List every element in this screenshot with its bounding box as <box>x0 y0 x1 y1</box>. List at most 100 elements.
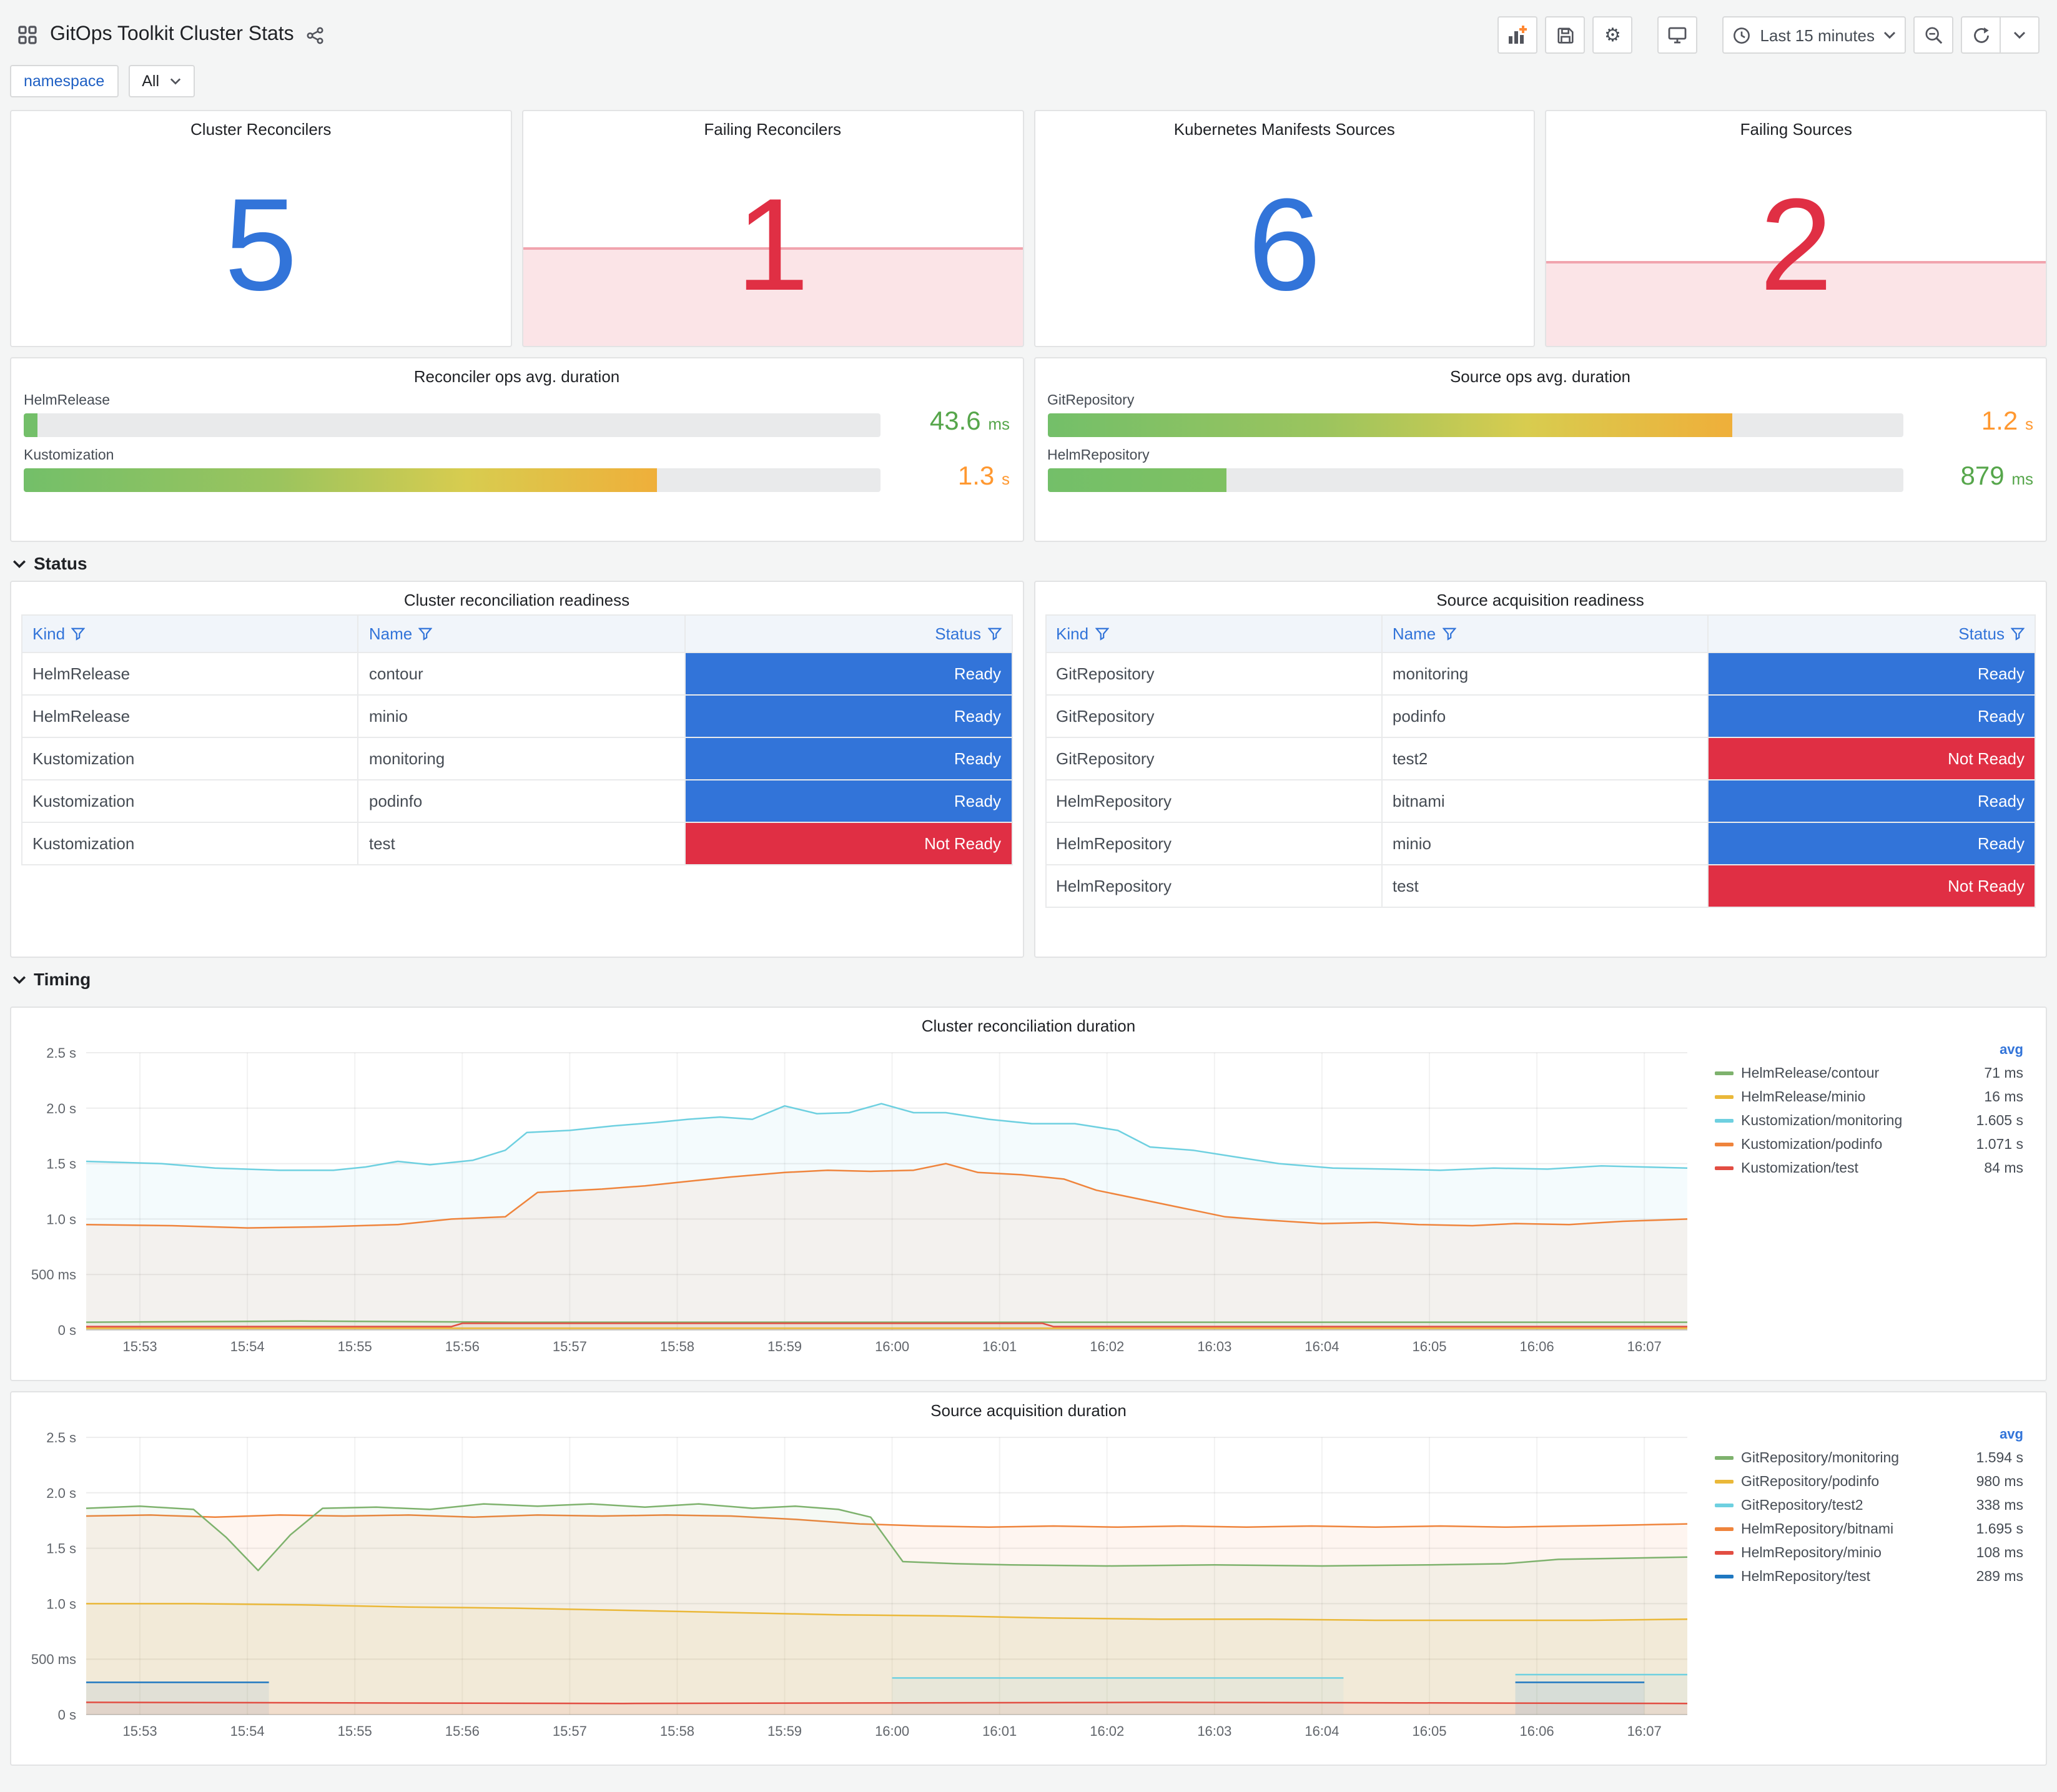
legend-item[interactable]: HelmRepository/bitnami 1.695 s <box>1712 1517 2026 1541</box>
chevron-down-icon <box>1883 31 1896 39</box>
series-name: Kustomization/test <box>1741 1161 1858 1176</box>
svg-text:16:06: 16:06 <box>1520 1339 1554 1354</box>
section-status-toggle[interactable]: Status <box>10 542 2047 581</box>
stat-value: 5 <box>224 172 298 318</box>
share-icon[interactable] <box>307 26 325 44</box>
panel-title: Cluster reconciliation duration <box>921 1017 1136 1035</box>
table-row: HelmRepository minio Ready <box>1044 822 2036 865</box>
status-badge: Ready <box>684 652 1012 696</box>
refresh-interval-button[interactable] <box>2000 16 2040 54</box>
gear-icon: ⚙ <box>1604 24 1621 46</box>
chevron-down-icon <box>2013 31 2026 39</box>
table-row: HelmRepository bitnami Ready <box>1044 779 2036 823</box>
column-header-status[interactable]: Status <box>1707 614 2036 653</box>
status-badge: Not Ready <box>1707 864 2036 908</box>
refresh-button[interactable] <box>1961 16 2001 54</box>
apps-grid-icon[interactable] <box>17 25 37 45</box>
legend-item[interactable]: GitRepository/test2 338 ms <box>1712 1494 2026 1517</box>
series-avg-value: 1.605 s <box>1976 1113 2023 1128</box>
panel-title: Kubernetes Manifests Sources <box>1173 120 1395 139</box>
cell-name: monitoring <box>1381 652 1709 696</box>
legend-avg-header: avg <box>2000 1427 2023 1442</box>
gauge-bar <box>24 413 37 437</box>
series-color-dash <box>1715 1119 1734 1123</box>
svg-text:15:55: 15:55 <box>338 1339 372 1354</box>
cell-name: test <box>357 822 686 865</box>
gauge-track <box>24 468 880 492</box>
svg-text:1.0 s: 1.0 s <box>46 1596 76 1612</box>
variable-value-dropdown[interactable]: All <box>128 65 195 97</box>
gauge-label: Kustomization <box>24 448 114 463</box>
stat-value: 2 <box>1759 172 1833 318</box>
legend-item[interactable]: GitRepository/monitoring 1.594 s <box>1712 1446 2026 1470</box>
template-variables-row: namespace All <box>10 65 2047 97</box>
cell-kind: HelmRepository <box>1044 822 1383 865</box>
series-avg-value: 84 ms <box>1984 1161 2023 1176</box>
filter-icon <box>418 628 433 641</box>
gauge-value: 1.2 s <box>1981 407 2033 436</box>
column-header-kind[interactable]: Kind <box>21 614 359 653</box>
svg-text:500 ms: 500 ms <box>31 1267 76 1282</box>
legend-item[interactable]: Kustomization/podinfo 1.071 s <box>1712 1133 2026 1156</box>
panel-source-ops-avg-duration: Source ops avg. duration GitRepository 1… <box>1033 357 2047 542</box>
svg-text:500 ms: 500 ms <box>31 1652 76 1667</box>
legend-item[interactable]: GitRepository/podinfo 980 ms <box>1712 1470 2026 1494</box>
column-header-status[interactable]: Status <box>684 614 1012 653</box>
zoom-out-button[interactable] <box>1913 16 1953 54</box>
svg-text:2.5 s: 2.5 s <box>46 1045 76 1061</box>
section-timing-toggle[interactable]: Timing <box>10 958 2047 997</box>
svg-text:0 s: 0 s <box>58 1322 76 1338</box>
save-button[interactable] <box>1545 16 1586 54</box>
table-row: GitRepository podinfo Ready <box>1044 694 2036 738</box>
series-avg-value: 71 ms <box>1984 1066 2023 1081</box>
panel-title: Cluster Reconcilers <box>190 120 332 139</box>
column-header-name[interactable]: Name <box>1381 614 1709 653</box>
gauge-row: GitRepository 1.2 s <box>1047 393 2033 437</box>
series-name: Kustomization/podinfo <box>1741 1137 1883 1152</box>
time-series-plot[interactable]: 15:53 15:54 15:55 15:56 15:57 15:58 15:59 16:00… <box>21 1040 1707 1365</box>
legend-item[interactable]: Kustomization/test 84 ms <box>1712 1156 2026 1180</box>
column-header-kind[interactable]: Kind <box>1044 614 1383 653</box>
settings-button[interactable]: ⚙ <box>1592 16 1633 54</box>
svg-text:2.0 s: 2.0 s <box>46 1101 76 1116</box>
series-name: Kustomization/monitoring <box>1741 1113 1903 1128</box>
add-panel-button[interactable] <box>1497 16 1538 54</box>
svg-text:16:02: 16:02 <box>1090 1723 1124 1739</box>
series-color-dash <box>1715 1143 1734 1146</box>
time-series-plot[interactable]: 15:53 15:54 15:55 15:56 15:57 15:58 15:59 16:00… <box>21 1425 1707 1750</box>
svg-text:15:57: 15:57 <box>553 1339 587 1354</box>
table-row: Kustomization test Not Ready <box>21 822 1012 865</box>
cell-name: test2 <box>1381 737 1709 780</box>
svg-text:1.0 s: 1.0 s <box>46 1211 76 1227</box>
status-badge: Ready <box>1707 779 2036 823</box>
cycle-view-button[interactable] <box>1657 16 1698 54</box>
cell-name: bitnami <box>1381 779 1709 823</box>
series-name: HelmRepository/bitnami <box>1741 1522 1894 1537</box>
legend-item[interactable]: HelmRepository/test 289 ms <box>1712 1565 2026 1588</box>
panel-failing-sources: Failing Sources 2 <box>1545 110 2047 347</box>
legend-item[interactable]: HelmRelease/contour 71 ms <box>1712 1061 2026 1085</box>
gauge-value: 879 ms <box>1960 462 2033 491</box>
legend-item[interactable]: HelmRepository/minio 108 ms <box>1712 1541 2026 1565</box>
column-header-name[interactable]: Name <box>357 614 686 653</box>
series-avg-value: 289 ms <box>1976 1569 2023 1584</box>
panel-cluster-reconciliation-duration: Cluster reconciliation duration 15:53 15:… <box>10 1007 2047 1381</box>
gauge-bar <box>1047 413 1732 437</box>
svg-text:15:56: 15:56 <box>445 1723 480 1739</box>
series-avg-value: 108 ms <box>1976 1545 2023 1560</box>
panel-title: Cluster reconciliation readiness <box>403 591 630 609</box>
filter-icon <box>1095 628 1109 641</box>
gauge-value: 43.6 ms <box>929 407 1010 436</box>
svg-text:2.5 s: 2.5 s <box>46 1430 76 1445</box>
legend-item[interactable]: HelmRelease/minio 16 ms <box>1712 1085 2026 1109</box>
cell-kind: GitRepository <box>1044 694 1383 738</box>
panel-title: Source acquisition readiness <box>1436 591 1644 609</box>
svg-text:15:54: 15:54 <box>230 1339 265 1354</box>
refresh-icon <box>1971 26 1990 44</box>
time-range-button[interactable]: Last 15 minutes <box>1722 16 1906 54</box>
table-row: Kustomization monitoring Ready <box>21 737 1012 780</box>
series-avg-value: 1.594 s <box>1976 1450 2023 1465</box>
table-row: HelmRepository test Not Ready <box>1044 864 2036 908</box>
gauge-rows: HelmRelease 43.6 ms Kustomization 1.3 s <box>11 391 1022 492</box>
legend-item[interactable]: Kustomization/monitoring 1.605 s <box>1712 1109 2026 1133</box>
